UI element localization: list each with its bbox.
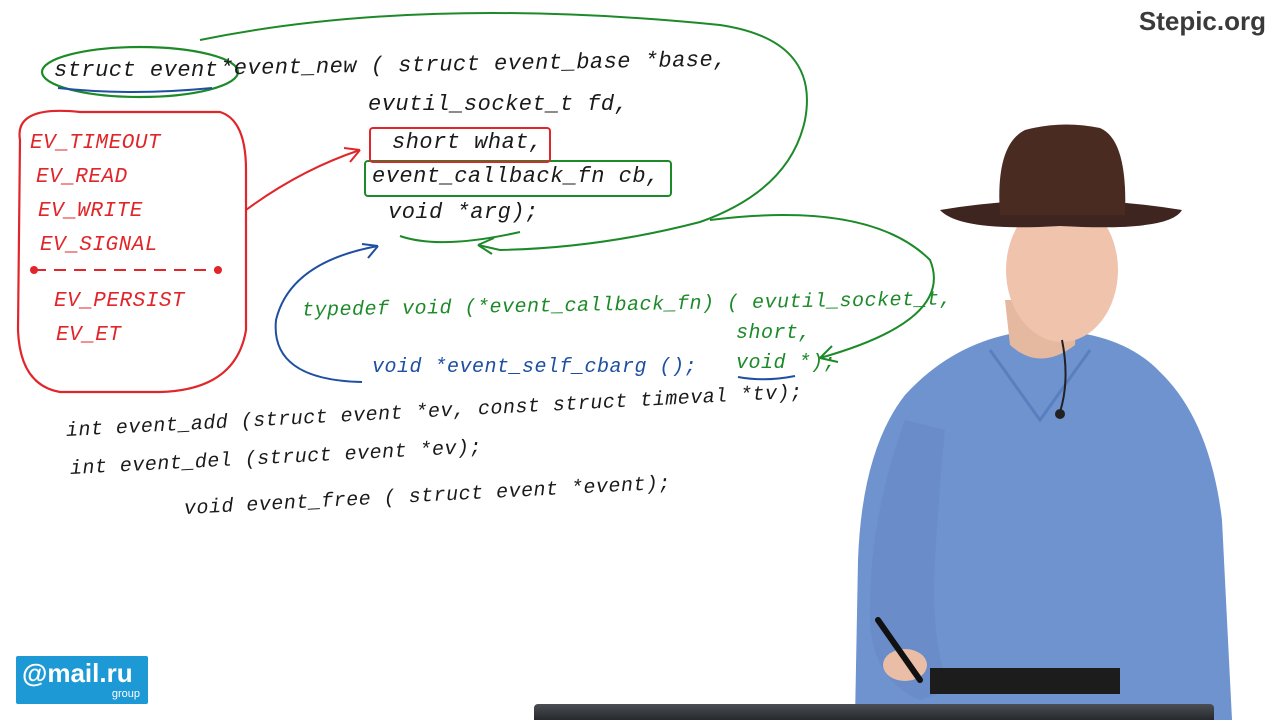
flag-ev-et: EV_ET bbox=[56, 324, 122, 347]
flag-ev-timeout: EV_TIMEOUT bbox=[30, 132, 162, 155]
flag-ev-read: EV_READ bbox=[36, 166, 128, 189]
stepic-brand: Stepic.org bbox=[1138, 6, 1266, 36]
self-cbarg-decl: void *event_self_cbarg (); bbox=[372, 356, 698, 379]
param-arg: void *arg); bbox=[388, 200, 539, 225]
lecture-frame: struct event *event_new ( struct event_b… bbox=[0, 0, 1280, 720]
flag-ev-persist: EV_PERSIST bbox=[54, 290, 186, 313]
flag-ev-write: EV_WRITE bbox=[38, 200, 143, 223]
typedef-short: short, bbox=[736, 322, 812, 345]
flag-ev-signal: EV_SIGNAL bbox=[40, 234, 158, 257]
param-fd: evutil_socket_t fd, bbox=[368, 92, 629, 117]
mailru-logo: @mail.ru group bbox=[16, 656, 148, 704]
struct-event-type: struct event bbox=[54, 58, 219, 83]
param-what: short what, bbox=[392, 130, 543, 155]
mailru-logo-sub: group bbox=[111, 688, 140, 700]
mailru-logo-text: @mail.ru bbox=[22, 658, 133, 688]
param-cb: event_callback_fn cb, bbox=[372, 164, 660, 189]
drawing-tablet bbox=[534, 704, 1214, 720]
typedef-void-ptr: void *); bbox=[736, 352, 837, 375]
